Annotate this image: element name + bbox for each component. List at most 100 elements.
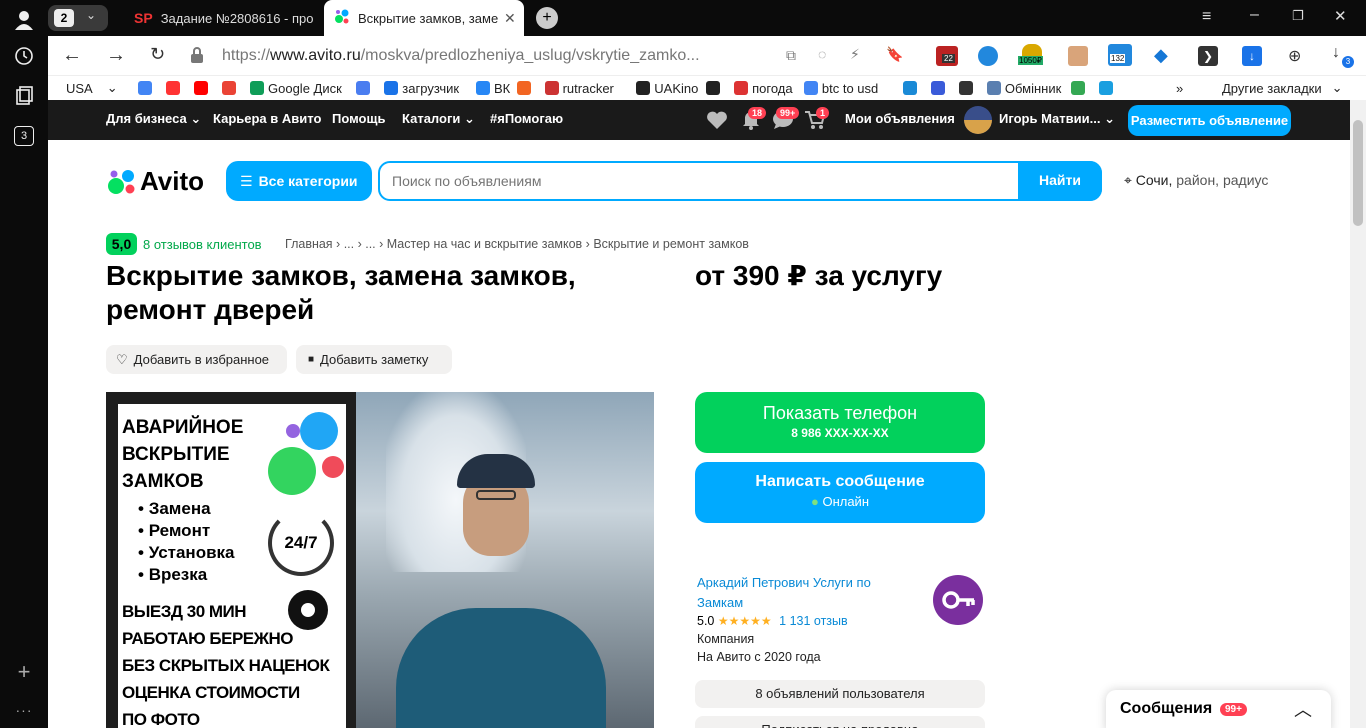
chevron-down-icon: ⌄ <box>106 80 118 95</box>
nav-ya-pomogayu[interactable]: #яПомогаю <box>490 111 563 126</box>
search-input[interactable] <box>392 170 1012 192</box>
scrollbar-thumb[interactable] <box>1353 120 1363 226</box>
minimize-icon[interactable]: – <box>1250 6 1259 24</box>
bookmark-item[interactable] <box>1099 79 1114 97</box>
extension-globe-icon[interactable] <box>978 46 998 66</box>
bookmark-item[interactable] <box>706 79 721 97</box>
other-bookmarks-folder[interactable]: Другие закладки ⌄ <box>1222 79 1343 97</box>
promo-headline-line: АВАРИЙНОЕ <box>122 417 244 438</box>
bookmark-item[interactable] <box>194 79 208 97</box>
find-button[interactable]: Найти <box>1018 161 1102 201</box>
chevron-up-icon[interactable]: ︿ <box>1294 696 1312 722</box>
tab-counter-icon[interactable]: 3 <box>10 122 38 150</box>
extension-download-icon[interactable]: ↓ <box>1242 46 1262 66</box>
promo-headline-line: ВСКРЫТИЕ <box>122 444 230 465</box>
extension-calendar-icon[interactable]: 132 <box>1108 44 1132 66</box>
bookmark-item[interactable]: погода <box>734 79 793 97</box>
restore-icon[interactable]: ❐ <box>1292 8 1304 24</box>
seller-name[interactable]: Аркадий Петрович Услуги по Замкам <box>697 573 897 613</box>
breadcrumb-item[interactable]: Мастер на час и вскрытие замков <box>387 237 582 251</box>
seller-reviews-link[interactable]: 1 131 отзыв <box>779 614 848 628</box>
extensions-puzzle-icon[interactable]: ⊕ <box>1288 46 1301 66</box>
collections-icon[interactable] <box>10 82 38 110</box>
blue-circle-icon <box>300 412 338 450</box>
add-favorite-button[interactable]: ♡ Добавить в избранное <box>106 345 287 374</box>
nav-help[interactable]: Помощь <box>332 111 385 126</box>
bookmark-item[interactable]: Обмінник <box>986 79 1061 97</box>
bookmark-item[interactable]: USA ⌄ <box>66 79 118 97</box>
bookmark-item[interactable] <box>930 79 945 97</box>
tab-avito[interactable]: Вскрытие замков, заме ✕ <box>324 0 524 36</box>
protect-icon[interactable]: ⚡ <box>850 46 860 63</box>
breadcrumb-item[interactable]: Вскрытие и ремонт замков <box>593 237 749 251</box>
promo-line: БЕЗ СКРЫТЫХ НАЦЕНОК <box>122 656 330 675</box>
listing-photo[interactable]: АВАРИЙНОЕ ВСКРЫТИЕ ЗАМКОВ • Замена • Рем… <box>106 392 654 728</box>
extension-coin-icon[interactable]: 1050₽ <box>1018 44 1046 66</box>
subscribe-seller-button[interactable]: Подписаться на продавца <box>695 716 985 728</box>
breadcrumb-item[interactable]: ... <box>344 237 354 251</box>
post-ad-button[interactable]: Разместить объявление <box>1128 105 1291 136</box>
downloads-icon[interactable]: ↓ 3 <box>1332 44 1354 68</box>
location-selector[interactable]: ⌖ Сочи, район, радиус <box>1124 172 1268 189</box>
more-bookmarks-button[interactable]: » <box>1176 79 1183 97</box>
messenger-widget[interactable]: Сообщения 99+ ︿ <box>1106 690 1331 728</box>
promo-line: ВЫЕЗД 30 МИН <box>122 602 247 621</box>
translate-icon <box>356 81 371 95</box>
more-icon[interactable]: ··· <box>10 696 38 724</box>
translate-bubble-icon[interactable]: ◌ <box>818 46 826 62</box>
online-dot-icon: ● <box>810 494 819 509</box>
bookmark-item[interactable]: загрузчик <box>384 79 459 97</box>
all-categories-button[interactable]: ☰ Все категории <box>226 161 372 201</box>
reviews-link[interactable]: 8 отзывов клиентов <box>143 237 262 252</box>
extension-arrow-icon[interactable]: ❯ <box>1198 46 1218 66</box>
lock-icon[interactable] <box>190 47 204 63</box>
profile-icon[interactable] <box>10 6 38 34</box>
write-message-button[interactable]: Написать сообщение ● Онлайн <box>695 462 985 523</box>
show-phone-button[interactable]: Показать телефон 8 986 XXX-XX-XX <box>695 392 985 453</box>
back-icon[interactable]: ← <box>62 44 82 67</box>
bookmark-item[interactable]: rutracker <box>544 79 614 97</box>
bookmark-item[interactable] <box>138 79 152 97</box>
favorites-heart-icon[interactable] <box>706 110 728 133</box>
tab-group[interactable]: 2 ⌄ <box>48 5 108 31</box>
history-icon[interactable] <box>10 42 38 70</box>
bookmark-item[interactable] <box>958 79 973 97</box>
breadcrumb-item[interactable]: ... <box>365 237 375 251</box>
bookmark-item[interactable] <box>222 79 236 97</box>
menu-icon[interactable]: ≡ <box>1202 8 1211 26</box>
avito-logo[interactable]: Avito <box>106 166 204 197</box>
breadcrumb-item[interactable]: Главная <box>285 237 333 251</box>
copy-icon[interactable]: ⧉ <box>786 47 796 64</box>
seller-avatar[interactable] <box>933 575 983 625</box>
bookmark-item[interactable] <box>902 79 917 97</box>
close-window-icon[interactable]: ✕ <box>1334 7 1347 25</box>
bookmark-item[interactable] <box>1071 79 1086 97</box>
nav-catalogs[interactable]: Каталоги ⌄ <box>402 111 475 127</box>
new-tab-button[interactable]: + <box>536 7 558 29</box>
my-ads-link[interactable]: Мои объявления <box>845 111 955 126</box>
avatar[interactable] <box>964 106 992 134</box>
extension-diamond-icon[interactable]: ◆ <box>1154 45 1168 66</box>
user-menu[interactable]: Игорь Матвии... ⌄ <box>999 111 1115 127</box>
add-panel-icon[interactable]: + <box>10 658 38 686</box>
extension-box-icon[interactable] <box>1068 46 1088 66</box>
nav-career[interactable]: Карьера в Авито <box>213 111 321 126</box>
close-icon[interactable]: ✕ <box>504 10 516 27</box>
forward-icon[interactable]: → <box>106 44 126 67</box>
bookmark-item[interactable] <box>356 79 371 97</box>
bookmark-item[interactable]: ВК <box>476 79 510 97</box>
bookmark-item[interactable] <box>166 79 180 97</box>
bookmark-item[interactable]: UAKino <box>636 79 698 97</box>
bookmark-item[interactable] <box>516 79 531 97</box>
scrollbar[interactable] <box>1350 100 1366 728</box>
bookmark-item[interactable]: btc to usd <box>803 79 878 97</box>
url-field[interactable]: https://www.avito.ru/moskva/predlozheniy… <box>222 47 700 65</box>
ext-badge: 132 <box>1110 54 1126 63</box>
bookmark-item[interactable]: Google Диск <box>250 79 342 97</box>
reload-icon[interactable]: ↻ <box>150 44 165 65</box>
add-note-button[interactable]: ■ Добавить заметку <box>296 345 452 374</box>
seller-ads-button[interactable]: 8 объявлений пользователя <box>695 680 985 708</box>
extension-shield-icon[interactable]: 22 <box>936 46 958 66</box>
nav-business[interactable]: Для бизнеса ⌄ <box>106 111 201 127</box>
bookmark-icon[interactable]: 🔖 <box>886 46 903 63</box>
